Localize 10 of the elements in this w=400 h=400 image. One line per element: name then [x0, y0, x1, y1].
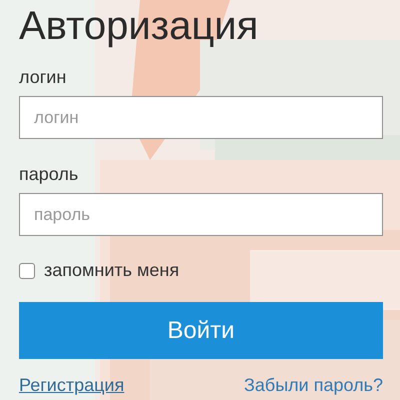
input-field[interactable]: логин — [19, 96, 383, 139]
checkbox-label: запомнить меня — [44, 260, 180, 281]
page-title: Авторизация — [19, 3, 260, 50]
link[interactable]: Забыли пароль? — [244, 375, 383, 396]
link[interactable]: Регистрация — [19, 375, 124, 396]
login-button[interactable]: Войти — [19, 302, 383, 359]
field-label: пароль — [19, 163, 78, 185]
field-label: логин — [19, 66, 66, 88]
input-field[interactable]: пароль — [19, 193, 383, 236]
checkbox[interactable] — [19, 262, 35, 278]
